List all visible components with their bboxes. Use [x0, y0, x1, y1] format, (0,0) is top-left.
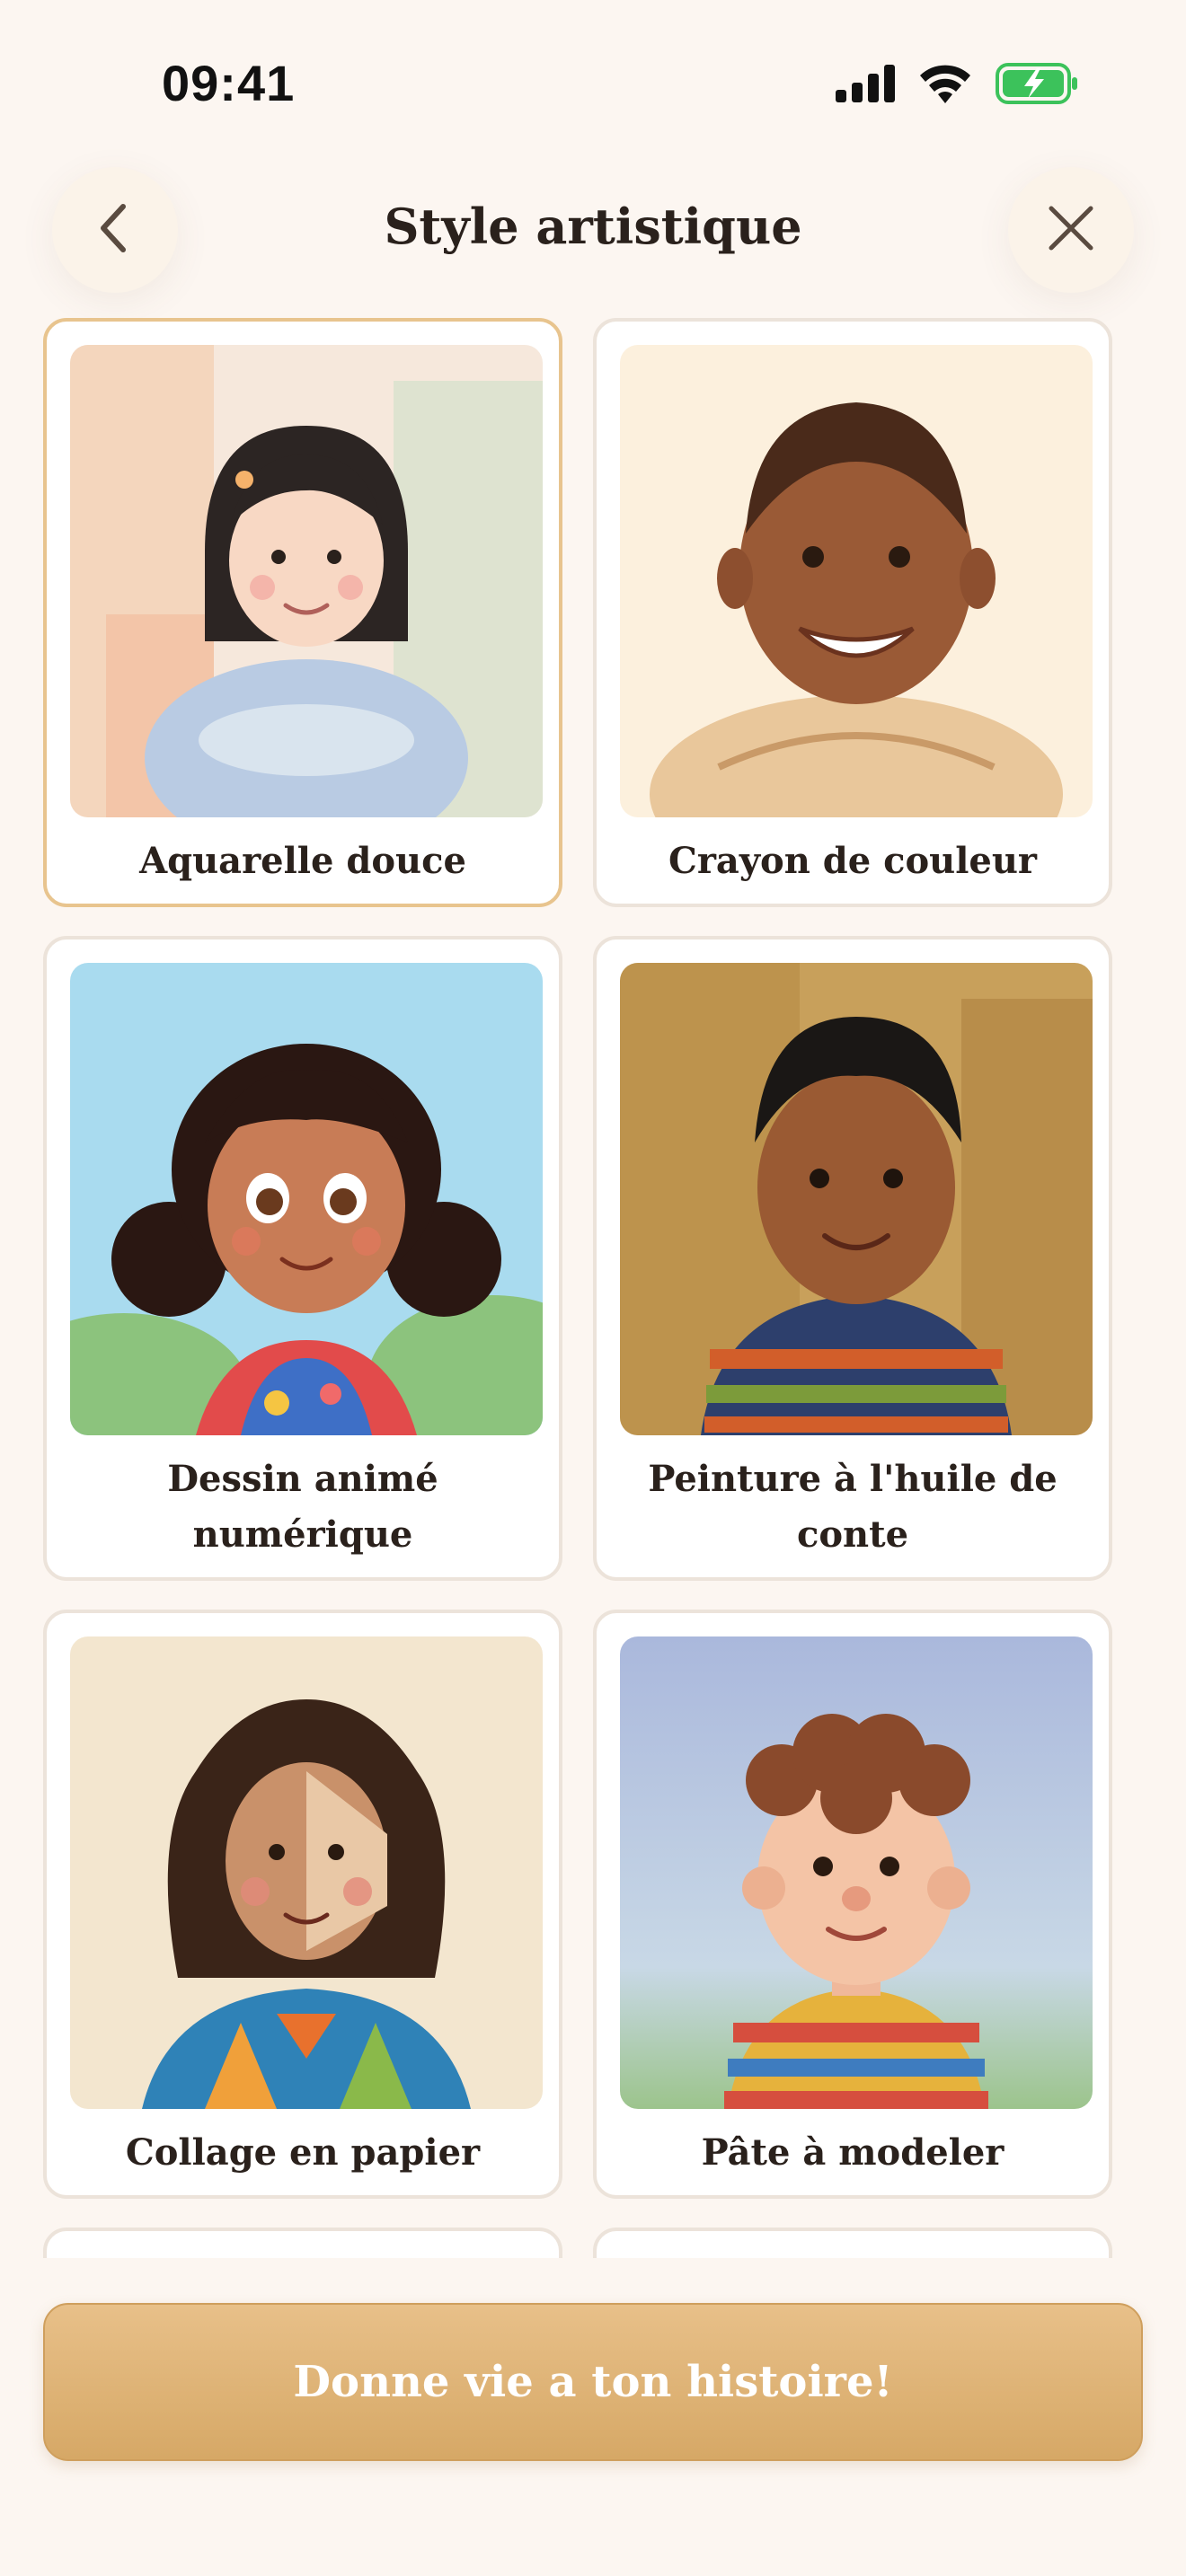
- signal-icon: [836, 65, 895, 106]
- style-thumbnail-peinture-huile: [620, 963, 1093, 1435]
- style-card-aquarelle-douce[interactable]: Aquarelle douce: [43, 318, 562, 907]
- status-icons: [836, 63, 1078, 108]
- battery-charging-icon: [996, 63, 1078, 108]
- wifi-icon: [918, 64, 972, 107]
- style-thumbnail-crayon: [620, 345, 1093, 817]
- style-thumbnail-aquarelle: [70, 345, 543, 817]
- status-time: 09:41: [162, 55, 296, 111]
- header: Style artistique: [0, 162, 1186, 305]
- style-label: Dessin animé numérique: [167, 1458, 438, 1556]
- style-label: Pâte à modeler: [701, 2131, 1005, 2174]
- status-bar: 09:41: [0, 0, 1186, 162]
- style-thumbnail-collage: [70, 1636, 543, 2109]
- style-thumbnail-dessin-anime: [70, 963, 543, 1435]
- style-card-collage-en-papier[interactable]: Collage en papier: [43, 1610, 562, 2199]
- style-label: Aquarelle douce: [139, 840, 466, 882]
- style-card-peinture-huile[interactable]: Peinture à l'huile de conte: [593, 936, 1112, 1581]
- style-grid: Aquarelle douce Crayon de couleur Dessin…: [43, 316, 1121, 2258]
- style-label: Collage en papier: [125, 2131, 481, 2174]
- style-thumbnail-pate-a-modeler: [620, 1636, 1093, 2109]
- style-card-dessin-anime-numerique[interactable]: Dessin animé numérique: [43, 936, 562, 1581]
- style-card-partial[interactable]: [43, 2228, 562, 2258]
- style-label: Peinture à l'huile de conte: [648, 1458, 1058, 1556]
- create-story-button[interactable]: Donne vie a ton histoire!: [43, 2303, 1143, 2461]
- close-button[interactable]: [1008, 167, 1134, 293]
- create-story-button-label: Donne vie a ton histoire!: [293, 2357, 893, 2407]
- style-card-partial[interactable]: [593, 2228, 1112, 2258]
- style-card-pate-a-modeler[interactable]: Pâte à modeler: [593, 1610, 1112, 2199]
- style-card-crayon-de-couleur[interactable]: Crayon de couleur: [593, 318, 1112, 907]
- style-label: Crayon de couleur: [668, 840, 1038, 882]
- close-icon: [1046, 203, 1096, 257]
